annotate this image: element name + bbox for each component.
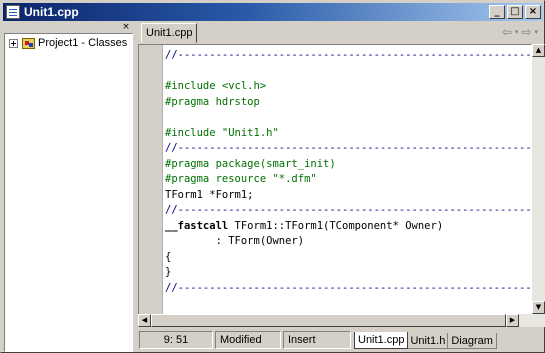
horizontal-scrollbar[interactable]: ◀ ▶ bbox=[138, 314, 532, 327]
forward-dropdown-icon[interactable]: ▾ bbox=[534, 28, 538, 36]
close-pane-icon[interactable]: × bbox=[120, 22, 132, 32]
vertical-scrollbar[interactable]: ▲ ▼ bbox=[532, 44, 545, 327]
code-line[interactable]: { bbox=[165, 250, 531, 266]
window-title: Unit1.cpp bbox=[24, 5, 79, 19]
class-tree[interactable]: Project1 - Classes bbox=[4, 33, 133, 352]
keyword-fastcall: __fastcall bbox=[165, 219, 229, 232]
tree-item-project[interactable]: Project1 - Classes bbox=[9, 37, 127, 49]
code-line[interactable]: : TForm(Owner) bbox=[165, 234, 531, 250]
file-view-tabs: Unit1.cpp Unit1.h Diagram bbox=[354, 331, 497, 349]
code-line[interactable]: #pragma package(smart_init) bbox=[165, 157, 531, 173]
back-arrow-icon[interactable]: ⇦ bbox=[502, 25, 512, 39]
code-line[interactable] bbox=[165, 64, 531, 80]
scroll-right-button[interactable]: ▶ bbox=[506, 314, 519, 327]
back-dropdown-icon[interactable]: ▾ bbox=[515, 28, 519, 36]
scroll-left-button[interactable]: ◀ bbox=[138, 314, 151, 327]
editor-gutter[interactable] bbox=[139, 45, 163, 326]
forward-arrow-icon[interactable]: ⇨ bbox=[521, 25, 531, 39]
code-line[interactable] bbox=[165, 110, 531, 126]
tree-item-label: Project1 - Classes bbox=[38, 37, 128, 49]
title-bar[interactable]: Unit1.cpp _ □ × bbox=[3, 3, 543, 21]
bottom-tab-diagram[interactable]: Diagram bbox=[447, 333, 497, 349]
status-bar: 9: 51 Modified Insert Unit1.cpp Unit1.h … bbox=[138, 329, 544, 351]
code-fragment: TForm1::TForm1(TComponent* Owner) bbox=[228, 219, 444, 232]
expand-plus-icon[interactable] bbox=[9, 38, 18, 48]
caption-buttons: _ □ × bbox=[487, 5, 541, 19]
code-text[interactable]: //--------------------------------------… bbox=[165, 48, 531, 297]
editor-tabstrip: Unit1.cpp ⇦ ▾ ⇨ ▾ bbox=[138, 22, 544, 44]
modified-indicator: Modified bbox=[215, 331, 281, 349]
class-explorer-pane: × Project1 - Classes bbox=[3, 22, 134, 352]
horizontal-scroll-thumb[interactable] bbox=[151, 314, 506, 327]
ide-window: Unit1.cpp _ □ × × Project1 - Classes Uni… bbox=[0, 0, 545, 353]
code-line[interactable]: //--------------------------------------… bbox=[165, 281, 531, 297]
code-line[interactable]: #include <vcl.h> bbox=[165, 79, 531, 95]
cursor-position: 9: 51 bbox=[139, 331, 213, 349]
tab-unit1-cpp[interactable]: Unit1.cpp bbox=[141, 23, 198, 43]
code-line[interactable]: #pragma resource "*.dfm" bbox=[165, 172, 531, 188]
navigation-arrows: ⇦ ▾ ⇨ ▾ bbox=[499, 25, 538, 39]
code-line[interactable]: #pragma hdrstop bbox=[165, 95, 531, 111]
minimize-button[interactable]: _ bbox=[489, 5, 505, 19]
maximize-button[interactable]: □ bbox=[507, 5, 523, 19]
code-line[interactable]: #include "Unit1.h" bbox=[165, 126, 531, 142]
close-button[interactable]: × bbox=[525, 5, 541, 19]
code-line[interactable]: } bbox=[165, 265, 531, 281]
insert-mode-indicator[interactable]: Insert bbox=[283, 331, 351, 349]
code-line[interactable]: //--------------------------------------… bbox=[165, 203, 531, 219]
bottom-tab-unit1-h[interactable]: Unit1.h bbox=[406, 333, 450, 349]
scroll-up-button[interactable]: ▲ bbox=[532, 44, 545, 57]
document-icon bbox=[6, 5, 20, 19]
code-line[interactable]: TForm1 *Form1; bbox=[165, 188, 531, 204]
code-line[interactable]: //--------------------------------------… bbox=[165, 141, 531, 157]
project-classes-icon bbox=[22, 37, 35, 49]
code-line[interactable]: __fastcall TForm1::TForm1(TComponent* Ow… bbox=[165, 219, 531, 235]
code-line[interactable]: //--------------------------------------… bbox=[165, 48, 531, 64]
code-editor[interactable]: //--------------------------------------… bbox=[138, 44, 532, 327]
scroll-down-button[interactable]: ▼ bbox=[532, 301, 545, 314]
bottom-tab-unit1-cpp[interactable]: Unit1.cpp bbox=[354, 332, 409, 349]
